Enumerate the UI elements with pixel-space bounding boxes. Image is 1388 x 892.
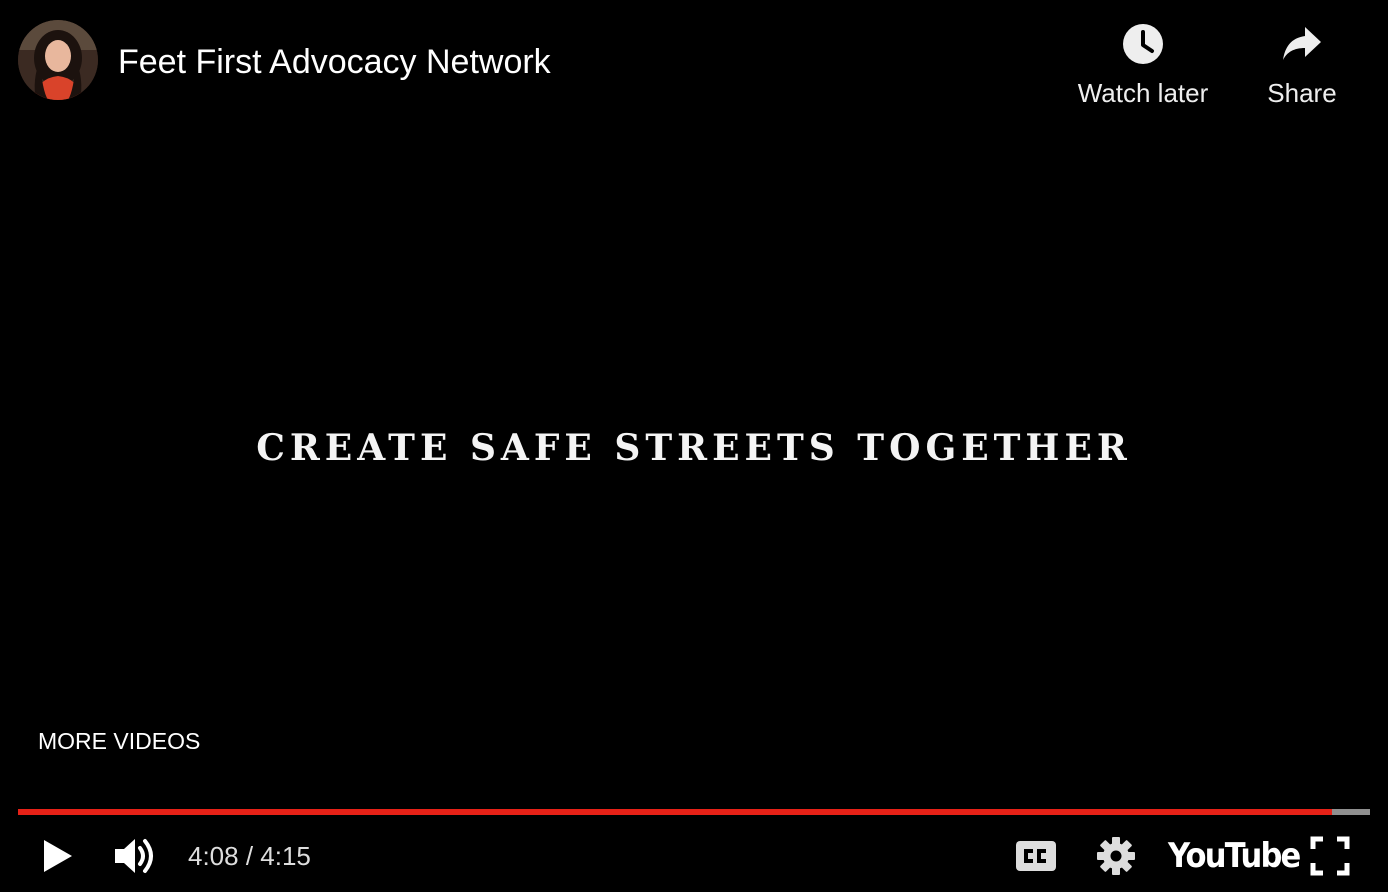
top-bar: Feet First Advocacy Network Watch later … (0, 0, 1388, 130)
watch-later-label: Watch later (1077, 78, 1209, 108)
share-button[interactable]: Share (1252, 22, 1352, 118)
captions-button[interactable] (1008, 830, 1064, 882)
volume-high-icon (115, 839, 153, 873)
play-icon (44, 840, 72, 872)
time-display: 4:08 / 4:15 (188, 841, 311, 871)
channel-title[interactable]: Feet First Advocacy Network (118, 40, 551, 84)
channel-avatar[interactable] (18, 20, 98, 100)
video-player[interactable]: Feet First Advocacy Network Watch later … (0, 0, 1388, 892)
fullscreen-button[interactable] (1302, 830, 1358, 882)
gear-icon (1097, 837, 1135, 875)
progress-bar[interactable] (18, 809, 1370, 815)
share-arrow-icon (1280, 22, 1324, 66)
video-overlay-text: CREATE SAFE STREETS TOGETHER (256, 427, 1132, 469)
volume-button[interactable] (106, 830, 166, 882)
share-label: Share (1267, 78, 1337, 108)
closed-captions-icon (1016, 841, 1056, 871)
play-button[interactable] (30, 830, 86, 882)
more-videos-button[interactable]: MORE VIDEOS (38, 726, 200, 756)
youtube-logo[interactable]: YouTube (1168, 832, 1301, 880)
fullscreen-icon (1310, 836, 1350, 876)
clock-icon (1121, 22, 1165, 66)
settings-button[interactable] (1090, 830, 1142, 882)
avatar-image (18, 20, 98, 100)
control-bar: 4:08 / 4:15 YouTube (0, 820, 1388, 892)
progress-played (18, 809, 1333, 815)
watch-later-button[interactable]: Watch later (1064, 22, 1222, 118)
